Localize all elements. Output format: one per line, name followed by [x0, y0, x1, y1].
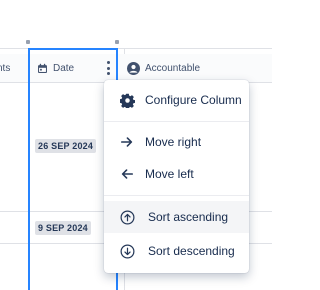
- menu-item-label: Move right: [145, 135, 202, 149]
- user-avatar-icon: [127, 61, 140, 75]
- kebab-dot: [106, 66, 110, 70]
- menu-item-sort-ascending[interactable]: Sort ascending: [104, 201, 249, 233]
- menu-divider: [104, 195, 249, 196]
- menu-item-move-left[interactable]: Move left: [104, 158, 249, 190]
- kebab-dot: [106, 61, 110, 64]
- menu-item-label: Sort ascending: [148, 210, 229, 224]
- menu-item-label: Sort descending: [148, 244, 235, 258]
- menu-item-label: Configure Column: [145, 93, 242, 107]
- column-resize-handle[interactable]: [26, 40, 30, 44]
- column-options-menu: Configure Column Move right Move left So…: [104, 80, 249, 273]
- column-options-kebab-icon[interactable]: [105, 61, 111, 75]
- table-row-date-value: 9 SEP 2024: [35, 221, 91, 235]
- column-header-label: nts: [0, 62, 11, 74]
- gear-icon: [119, 92, 135, 108]
- column-resize-handle[interactable]: [115, 40, 119, 44]
- arrow-right-icon: [119, 134, 135, 150]
- menu-item-move-right[interactable]: Move right: [104, 126, 249, 158]
- column-header-accountable[interactable]: Accountable: [124, 54, 272, 82]
- arrow-down-circle-icon: [119, 243, 135, 259]
- arrow-left-icon: [119, 166, 135, 182]
- column-header-ents[interactable]: nts: [0, 54, 28, 82]
- menu-item-sort-descending[interactable]: Sort descending: [104, 235, 249, 267]
- arrow-up-circle-icon: [119, 209, 135, 225]
- kebab-dot: [106, 72, 110, 75]
- menu-item-label: Move left: [145, 167, 194, 181]
- menu-divider: [104, 121, 249, 122]
- menu-item-configure-column[interactable]: Configure Column: [104, 84, 249, 116]
- column-header-label: Accountable: [145, 62, 201, 74]
- table-row-date-value: 26 SEP 2024: [35, 139, 97, 153]
